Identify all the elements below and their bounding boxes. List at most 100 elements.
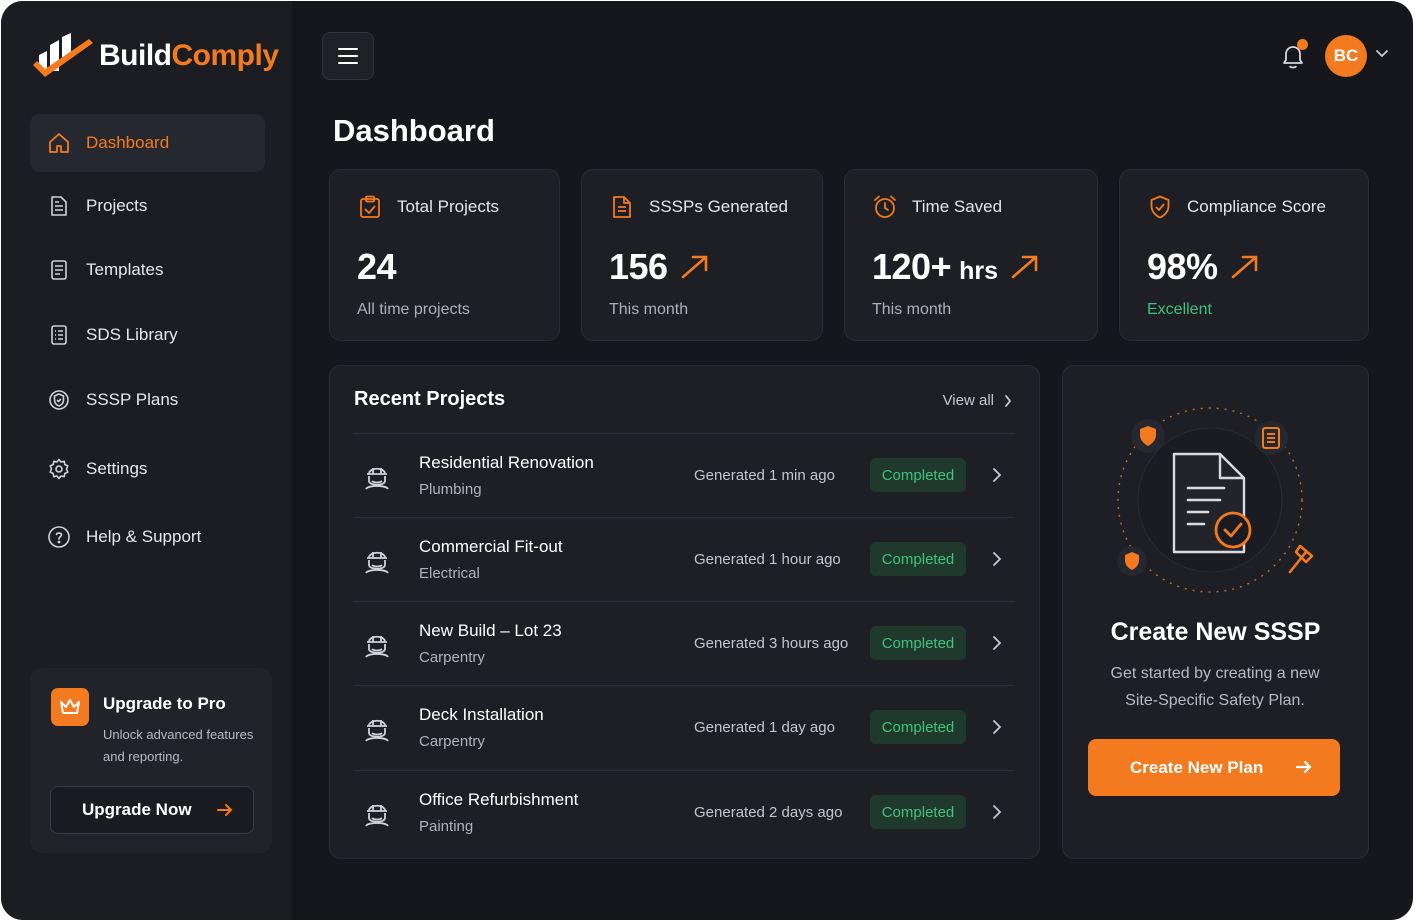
project-row[interactable]: Commercial Fit-out Electrical Generated … — [354, 517, 1014, 601]
create-plan-button-label: Create New Plan — [1130, 757, 1264, 777]
sidebar-item-dashboard[interactable]: Dashboard — [30, 114, 265, 172]
chevron-right-icon — [993, 805, 1002, 819]
create-sssp-title: Create New SSSP — [1110, 618, 1321, 646]
chevron-right-icon — [993, 720, 1002, 734]
worker-helmet-icon — [365, 635, 389, 658]
chevron-right-icon — [993, 468, 1002, 482]
menu-toggle-button[interactable] — [322, 32, 374, 80]
arrow-right-icon — [217, 804, 233, 816]
project-row[interactable]: New Build – Lot 23 Carpentry Generated 3… — [354, 601, 1014, 685]
view-all-link[interactable]: View all — [943, 392, 1012, 409]
chevron-right-icon — [993, 552, 1002, 566]
help-icon — [46, 524, 72, 550]
project-name: Commercial Fit-out — [419, 537, 563, 556]
project-generated-time: Generated 1 day ago — [694, 719, 835, 736]
notification-dot — [1297, 39, 1308, 50]
sidebar-item-templates[interactable]: Templates — [30, 241, 265, 299]
alarm-clock-icon — [874, 195, 896, 218]
create-new-plan-button[interactable]: Create New Plan — [1088, 739, 1340, 796]
stat-subtext: Excellent — [1147, 301, 1212, 318]
trend-up-icon — [1011, 255, 1038, 279]
project-generated-time: Generated 1 hour ago — [694, 551, 841, 568]
stat-subtext: This month — [872, 301, 952, 318]
status-badge: Completed — [870, 626, 966, 660]
stat-unit: hrs — [959, 257, 998, 285]
stat-card-compliance-score: Compliance Score 98% Excellent — [1119, 169, 1369, 341]
sidebar-item-settings[interactable]: Settings — [30, 440, 265, 498]
status-badge: Completed — [870, 458, 966, 492]
sidebar-item-label: SDS Library — [86, 325, 178, 344]
stat-value: 156 — [609, 246, 668, 287]
recent-projects-card: Recent Projects View all Residential Ren… — [329, 365, 1040, 859]
create-sssp-card: Create New SSSP Get started by creating … — [1062, 365, 1369, 859]
stat-subtext: This month — [609, 301, 689, 318]
chevron-down-icon[interactable] — [1375, 49, 1389, 59]
page-title: Dashboard — [333, 113, 495, 148]
stat-card-sssps-generated: SSSPs Generated 156 This month — [581, 169, 823, 341]
home-icon — [46, 130, 72, 156]
upgrade-button-label: Upgrade Now — [82, 800, 192, 819]
trend-up-icon — [681, 255, 707, 279]
status-badge: Completed — [870, 795, 966, 829]
sidebar-item-label: Settings — [86, 459, 148, 478]
sidebar-item-label: SSSP Plans — [86, 390, 179, 409]
sidebar: BuildComply Dashboard Projects Templates… — [1, 1, 292, 920]
project-generated-time: Generated 3 hours ago — [694, 635, 849, 652]
recent-projects-title: Recent Projects — [354, 388, 506, 410]
hamburger-icon — [338, 48, 358, 64]
sidebar-item-projects[interactable]: Projects — [30, 177, 265, 235]
sidebar-item-sds-library[interactable]: SDS Library — [30, 306, 265, 364]
arrow-right-icon — [1295, 760, 1312, 774]
project-row[interactable]: Residential Renovation Plumbing Generate… — [354, 433, 1014, 517]
sssp-illustration — [1117, 407, 1314, 593]
upgrade-title: Upgrade to Pro — [103, 694, 226, 713]
create-sssp-description: Get started by creating a new Site-Speci… — [1110, 665, 1320, 709]
status-badge: Completed — [870, 542, 966, 576]
building-check-logo-icon — [33, 33, 93, 77]
sidebar-item-label: Templates — [86, 260, 164, 279]
project-category: Painting — [419, 818, 474, 835]
stat-label: Compliance Score — [1187, 197, 1326, 216]
project-row[interactable]: Deck Installation Carpentry Generated 1 … — [354, 685, 1014, 769]
stat-subtext: All time projects — [357, 301, 470, 318]
project-name: Residential Renovation — [419, 453, 594, 472]
sidebar-item-label: Help & Support — [86, 527, 202, 546]
app-window: BuildComply Dashboard Projects Templates… — [1, 1, 1413, 920]
upgrade-card: Upgrade to Pro Unlock advanced features … — [30, 668, 272, 853]
stat-value: 98% — [1147, 246, 1218, 287]
worker-helmet-icon — [365, 719, 389, 742]
stat-label: SSSPs Generated — [649, 197, 788, 216]
shield-check-icon — [1150, 195, 1170, 219]
trend-up-icon — [1231, 255, 1257, 279]
project-generated-time: Generated 2 days ago — [694, 804, 843, 821]
worker-helmet-icon — [365, 551, 389, 574]
brand-name-part2: Comply — [171, 39, 280, 72]
project-name: New Build – Lot 23 — [419, 621, 562, 640]
project-generated-time: Generated 1 min ago — [694, 467, 835, 484]
sidebar-item-help-support[interactable]: Help & Support — [30, 508, 265, 566]
view-all-label: View all — [942, 392, 994, 409]
stat-card-total-projects: Total Projects 24 All time projects — [329, 169, 560, 341]
brand-logo[interactable]: BuildComply — [31, 31, 279, 81]
project-name: Deck Installation — [419, 705, 544, 724]
document-lines-icon — [613, 196, 631, 218]
template-icon — [46, 257, 72, 283]
chevron-right-icon — [1005, 394, 1012, 407]
project-row[interactable]: Office Refurbishment Painting Generated … — [354, 770, 1014, 854]
brand-name: BuildComply — [99, 39, 279, 73]
sidebar-item-sssp-plans[interactable]: SSSP Plans — [30, 371, 265, 429]
stat-label: Time Saved — [912, 197, 1003, 216]
gear-icon — [46, 456, 72, 482]
upgrade-now-button[interactable]: Upgrade Now — [50, 786, 254, 834]
project-name: Office Refurbishment — [419, 790, 579, 809]
brand-name-part1: Build — [99, 39, 172, 72]
worker-helmet-icon — [365, 804, 389, 827]
chevron-right-icon — [993, 636, 1002, 650]
sidebar-item-label: Dashboard — [86, 133, 170, 152]
worker-helmet-icon — [365, 467, 389, 490]
project-category: Carpentry — [419, 649, 485, 666]
sidebar-item-label: Projects — [86, 196, 148, 215]
document-icon — [46, 193, 72, 219]
upgrade-subtitle: Unlock advanced features and reporting. — [103, 727, 254, 764]
avatar[interactable]: BC — [1325, 35, 1367, 77]
